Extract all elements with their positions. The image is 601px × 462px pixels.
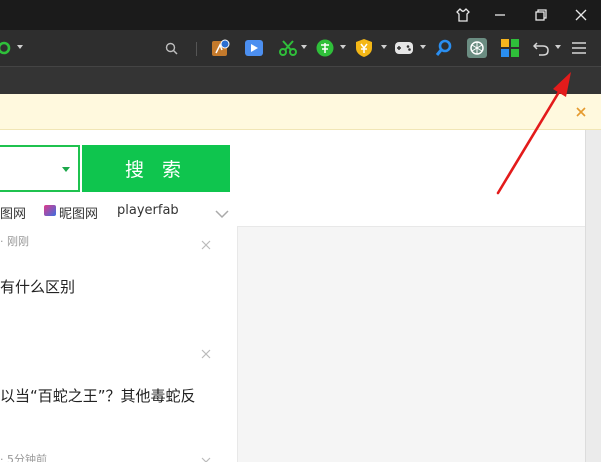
- close-icon: [201, 240, 211, 250]
- chevron-down-icon[interactable]: [301, 45, 307, 49]
- chevron-down-icon[interactable]: [420, 45, 426, 49]
- feed-dismiss-button[interactable]: [201, 344, 211, 359]
- restore-button[interactable]: [521, 0, 561, 30]
- nipic-logo-icon: [44, 205, 56, 216]
- web-page: 搜 索 图网 昵图网 playerfab · 刚刚 有什么区别 以当“百蛇之王”…: [0, 130, 585, 462]
- quick-link[interactable]: 图网: [0, 203, 26, 222]
- notification-bar: [0, 94, 601, 130]
- search-input[interactable]: [0, 145, 80, 192]
- browser-logo-icon: [0, 41, 11, 55]
- restore-icon: [535, 9, 547, 21]
- close-icon: [576, 107, 586, 117]
- magnifier-extension-button[interactable]: [435, 37, 455, 59]
- feed-item-meta: · 刚刚: [0, 235, 29, 248]
- skin-icon: [456, 8, 470, 22]
- chatgpt-extension-button[interactable]: [467, 37, 489, 59]
- paint-extension-icon: [212, 39, 230, 56]
- magnifier-icon: [435, 39, 452, 56]
- notification-close-button[interactable]: [572, 103, 590, 121]
- feed-dismiss-button[interactable]: [201, 235, 211, 250]
- apps-button[interactable]: [501, 37, 521, 59]
- page-scrollbar[interactable]: [585, 130, 601, 462]
- video-icon: [245, 40, 263, 56]
- toolbar-separator: [196, 42, 197, 56]
- news-feed: · 刚刚 有什么区别 以当“百蛇之王”？其他毒蛇反 · 5分钟前: [0, 227, 237, 462]
- chevron-down-icon[interactable]: [555, 45, 561, 49]
- chevron-down-icon: [215, 210, 229, 219]
- search-submit-button[interactable]: 搜 索: [82, 145, 230, 192]
- coupon-button[interactable]: [355, 37, 375, 59]
- undo-button[interactable]: [533, 37, 551, 59]
- minimize-button[interactable]: [480, 0, 520, 30]
- chatgpt-icon: [467, 38, 487, 58]
- feed-item-headline[interactable]: 以当“百蛇之王”？其他毒蛇反: [0, 385, 196, 406]
- yuan-icon: [356, 39, 372, 57]
- close-icon: [575, 9, 587, 21]
- main-menu-button[interactable]: [571, 37, 591, 59]
- search-icon: [165, 42, 178, 55]
- feed-item-headline[interactable]: 有什么区别: [0, 276, 75, 297]
- chevron-down-icon: [17, 45, 23, 49]
- minimize-icon: [495, 14, 505, 16]
- right-panel: [237, 227, 585, 462]
- translate-button[interactable]: [316, 37, 336, 59]
- more-links-button[interactable]: [215, 204, 229, 223]
- close-icon: [201, 457, 211, 462]
- feed-dismiss-button[interactable]: [201, 452, 211, 462]
- feed-item-meta: · 5分钟前: [0, 453, 47, 462]
- menu-icon: [572, 42, 586, 54]
- quick-link[interactable]: playerfab: [117, 203, 179, 218]
- screenshot-button[interactable]: [279, 37, 299, 59]
- paint-extension-button[interactable]: [211, 37, 233, 59]
- close-icon: [201, 349, 211, 359]
- video-extension-button[interactable]: [244, 37, 266, 59]
- search-button[interactable]: [165, 37, 181, 59]
- gamepad-icon: [395, 42, 413, 54]
- browser-toolbar: [0, 30, 601, 66]
- scissors-icon: [279, 40, 297, 56]
- game-button[interactable]: [394, 37, 416, 59]
- title-bar: [0, 0, 601, 30]
- quick-link[interactable]: 昵图网: [59, 203, 98, 222]
- apps-grid-icon: [501, 39, 519, 57]
- close-window-button[interactable]: [561, 0, 601, 30]
- chevron-down-icon[interactable]: [340, 45, 346, 49]
- skin-button[interactable]: [443, 0, 483, 30]
- chevron-down-icon[interactable]: [62, 167, 70, 172]
- translate-icon: [316, 39, 334, 57]
- undo-icon: [533, 42, 549, 56]
- bookmark-bar: [0, 66, 601, 94]
- chevron-down-icon[interactable]: [381, 45, 387, 49]
